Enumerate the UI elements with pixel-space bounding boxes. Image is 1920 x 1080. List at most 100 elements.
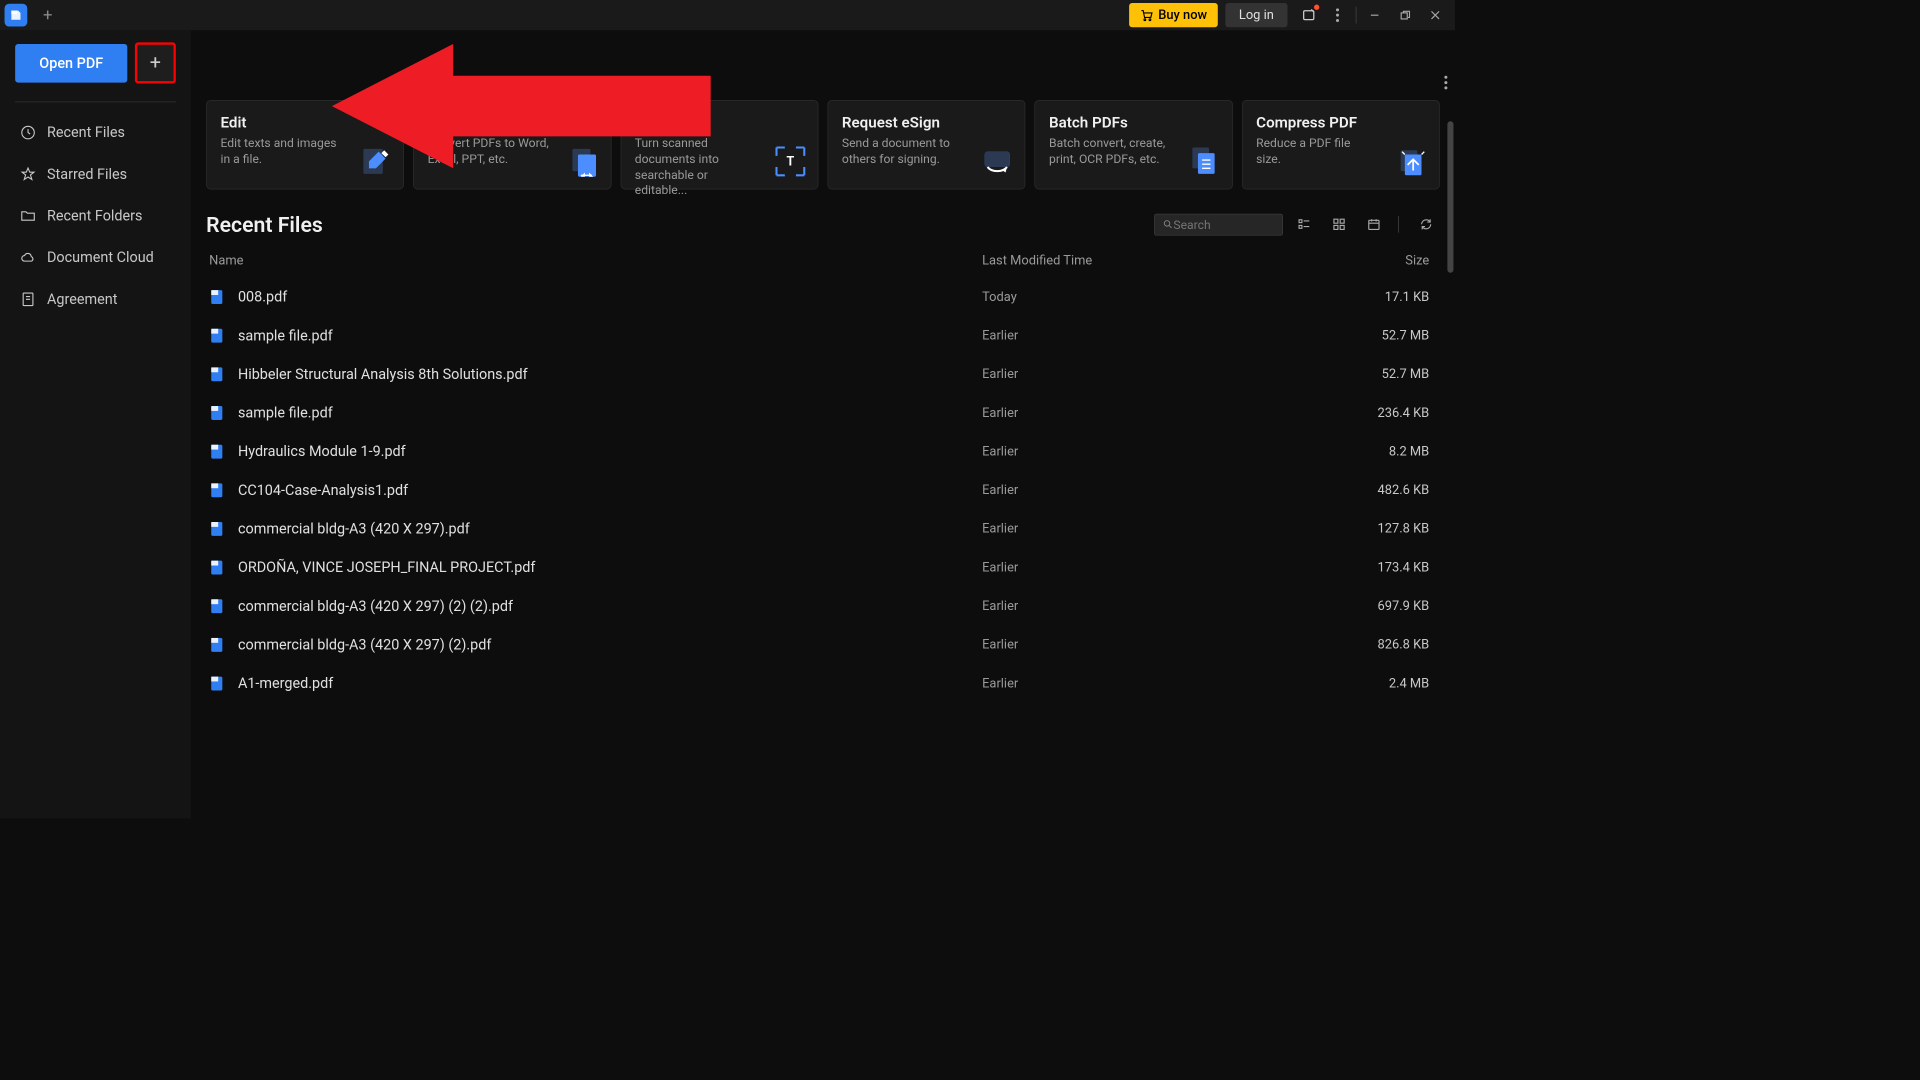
sidebar-item-agreement[interactable]: Agreement xyxy=(15,278,176,320)
view-grid-button[interactable] xyxy=(1325,211,1352,238)
document-icon xyxy=(20,291,37,308)
calendar-filter-button[interactable] xyxy=(1360,211,1387,238)
main-content: Edit Edit texts and images in a file. Co… xyxy=(191,30,1455,818)
kebab-menu-icon[interactable] xyxy=(1322,0,1352,30)
sidebar-item-recent-files[interactable]: Recent Files xyxy=(15,111,176,153)
file-row[interactable]: 008.pdf Today 17.1 KB xyxy=(206,277,1440,316)
file-name: 008.pdf xyxy=(238,288,982,305)
file-size: 127.8 KB xyxy=(1300,521,1436,536)
buy-now-label: Buy now xyxy=(1158,8,1207,23)
file-name: ORDOÑA, VINCE JOSEPH_FINAL PROJECT.pdf xyxy=(238,558,982,575)
file-name: Hibbeler Structural Analysis 8th Solutio… xyxy=(238,365,982,382)
tool-title: Batch PDFs xyxy=(1049,113,1218,131)
file-list: Name Last Modified Time Size 008.pdf Tod… xyxy=(206,244,1440,702)
column-name[interactable]: Name xyxy=(209,253,982,268)
login-label: Log in xyxy=(1239,8,1274,23)
file-size: 236.4 KB xyxy=(1300,405,1436,420)
file-row[interactable]: sample file.pdf Earlier 52.7 MB xyxy=(206,316,1440,355)
tool-title: Edit xyxy=(221,113,390,131)
file-modified: Earlier xyxy=(982,521,1300,536)
notifications-icon[interactable] xyxy=(1295,2,1322,29)
close-button[interactable] xyxy=(1420,0,1450,30)
tool-icon xyxy=(567,145,600,178)
sidebar-item-label: Recent Files xyxy=(47,124,125,141)
file-row[interactable]: commercial bldg-A3 (420 X 297) (2).pdf E… xyxy=(206,625,1440,664)
file-modified: Earlier xyxy=(982,598,1300,613)
pdf-file-icon xyxy=(209,636,226,653)
tools-row: Edit Edit texts and images in a file. Co… xyxy=(206,100,1440,189)
file-row[interactable]: sample file.pdf Earlier 236.4 KB xyxy=(206,393,1440,432)
cloud-icon xyxy=(20,249,37,266)
file-modified: Earlier xyxy=(982,560,1300,575)
sidebar-item-document-cloud[interactable]: Document Cloud xyxy=(15,236,176,278)
sidebar-item-starred-files[interactable]: Starred Files xyxy=(15,153,176,195)
search-icon xyxy=(1162,218,1173,230)
section-title: Recent Files xyxy=(206,212,1154,237)
search-input[interactable] xyxy=(1173,217,1274,231)
tool-desc: Send a document to others for signing. xyxy=(842,136,964,168)
tool-card[interactable]: OCR PDF Turn scanned documents into sear… xyxy=(620,100,818,189)
tool-card[interactable]: Batch PDFs Batch convert, create, print,… xyxy=(1035,100,1233,189)
file-name: commercial bldg-A3 (420 X 297).pdf xyxy=(238,520,982,537)
file-modified: Earlier xyxy=(982,405,1300,420)
file-name: A1-merged.pdf xyxy=(238,674,982,691)
minimize-button[interactable] xyxy=(1359,0,1389,30)
refresh-button[interactable] xyxy=(1413,211,1440,238)
tool-desc: Batch convert, create, print, OCR PDFs, … xyxy=(1049,136,1171,168)
pdf-file-icon xyxy=(209,327,226,344)
view-list-button[interactable] xyxy=(1291,211,1318,238)
file-row[interactable]: commercial bldg-A3 (420 X 297) (2) (2).p… xyxy=(206,587,1440,626)
column-modified[interactable]: Last Modified Time xyxy=(982,253,1300,268)
notification-dot-icon xyxy=(1314,5,1319,10)
file-modified: Earlier xyxy=(982,482,1300,497)
column-size[interactable]: Size xyxy=(1300,253,1436,268)
file-modified: Earlier xyxy=(982,328,1300,343)
create-pdf-button[interactable]: + xyxy=(135,42,176,83)
pdf-file-icon xyxy=(209,520,226,537)
pdf-file-icon xyxy=(209,482,226,499)
file-size: 2.4 MB xyxy=(1300,676,1436,691)
file-name: sample file.pdf xyxy=(238,404,982,421)
tool-icon xyxy=(981,145,1014,178)
star-icon xyxy=(20,166,37,183)
search-box[interactable] xyxy=(1154,213,1283,235)
pdf-file-icon xyxy=(209,598,226,615)
tool-icon: T xyxy=(774,145,807,178)
file-row[interactable]: ORDOÑA, VINCE JOSEPH_FINAL PROJECT.pdf E… xyxy=(206,548,1440,587)
tool-desc: Edit texts and images in a file. xyxy=(221,136,343,168)
buy-now-button[interactable]: Buy now xyxy=(1129,3,1217,27)
tool-card[interactable]: Convert PDF Convert PDFs to Word, Excel,… xyxy=(413,100,611,189)
pdf-file-icon xyxy=(209,675,226,692)
file-name: commercial bldg-A3 (420 X 297) (2).pdf xyxy=(238,636,982,653)
file-name: CC104-Case-Analysis1.pdf xyxy=(238,481,982,498)
new-tab-button[interactable]: + xyxy=(36,4,59,27)
file-row[interactable]: Hibbeler Structural Analysis 8th Solutio… xyxy=(206,355,1440,394)
sidebar-item-label: Recent Folders xyxy=(47,207,143,224)
file-size: 173.4 KB xyxy=(1300,560,1436,575)
tool-icon xyxy=(359,145,392,178)
sidebar-item-recent-folders[interactable]: Recent Folders xyxy=(15,195,176,237)
open-pdf-button[interactable]: Open PDF xyxy=(15,44,127,83)
file-row[interactable]: Hydraulics Module 1-9.pdf Earlier 8.2 MB xyxy=(206,432,1440,471)
maximize-button[interactable] xyxy=(1390,0,1420,30)
file-size: 8.2 MB xyxy=(1300,444,1436,459)
tool-desc: Convert PDFs to Word, Excel, PPT, etc. xyxy=(428,136,550,168)
list-header: Name Last Modified Time Size xyxy=(206,244,1440,277)
file-row[interactable]: commercial bldg-A3 (420 X 297).pdf Earli… xyxy=(206,509,1440,548)
file-name: Hydraulics Module 1-9.pdf xyxy=(238,443,982,460)
scrollbar[interactable] xyxy=(1447,121,1453,651)
file-name: commercial bldg-A3 (420 X 297) (2) (2).p… xyxy=(238,597,982,614)
tool-icon xyxy=(1395,145,1428,178)
file-size: 52.7 MB xyxy=(1300,366,1436,381)
file-modified: Earlier xyxy=(982,366,1300,381)
login-button[interactable]: Log in xyxy=(1225,3,1287,27)
tool-card[interactable]: Request eSign Send a document to others … xyxy=(828,100,1026,189)
file-row[interactable]: A1-merged.pdf Earlier 2.4 MB xyxy=(206,664,1440,703)
tools-more-button[interactable] xyxy=(1440,71,1452,94)
tool-card[interactable]: Compress PDF Reduce a PDF file size. xyxy=(1242,100,1440,189)
file-row[interactable]: CC104-Case-Analysis1.pdf Earlier 482.6 K… xyxy=(206,471,1440,510)
file-modified: Earlier xyxy=(982,444,1300,459)
file-size: 482.6 KB xyxy=(1300,482,1436,497)
tool-card[interactable]: Edit Edit texts and images in a file. xyxy=(206,100,404,189)
pdf-file-icon xyxy=(209,443,226,460)
